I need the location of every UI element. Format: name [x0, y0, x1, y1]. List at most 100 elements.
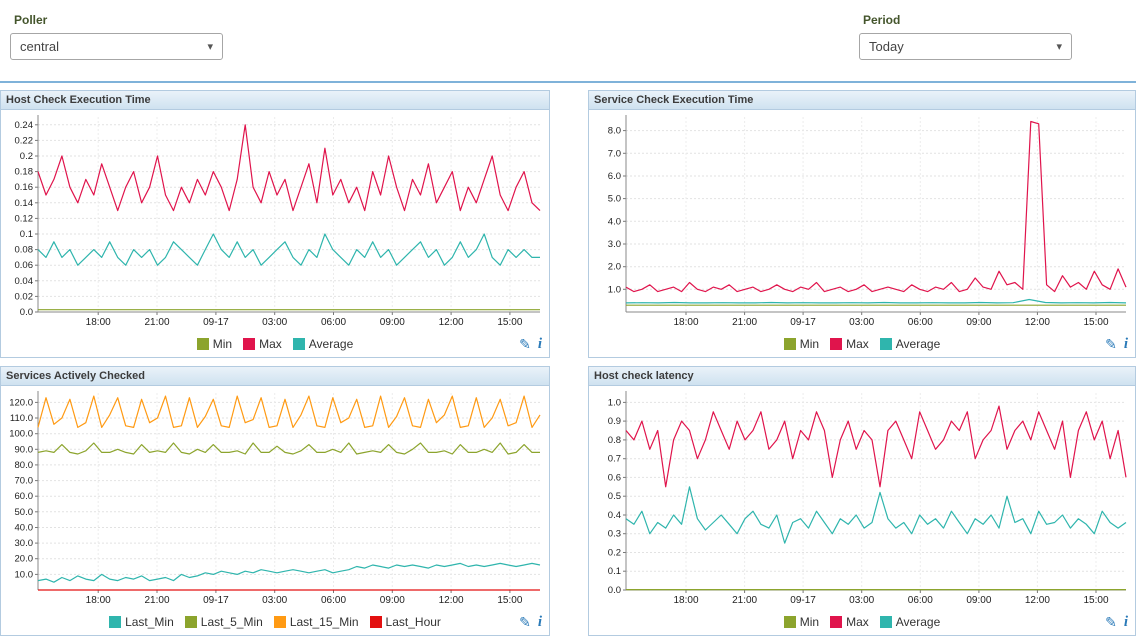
- svg-text:0.12: 0.12: [15, 213, 34, 224]
- legend-label: Max: [846, 337, 869, 351]
- panel-footer: Min Max Average ✎ i: [589, 331, 1135, 357]
- svg-text:03:00: 03:00: [849, 317, 874, 328]
- legend-label: Min: [800, 615, 819, 629]
- edit-icon[interactable]: ✎: [519, 336, 531, 353]
- svg-text:06:00: 06:00: [321, 595, 346, 606]
- chart-title: Service Check Execution Time: [594, 94, 753, 106]
- poller-filter: Poller central ▾: [10, 13, 223, 81]
- svg-text:0.0: 0.0: [20, 307, 33, 318]
- svg-text:0.08: 0.08: [15, 245, 34, 256]
- legend-item: Max: [243, 337, 282, 351]
- legend-item: Min: [197, 337, 232, 351]
- legend-item: Max: [830, 615, 869, 629]
- svg-text:06:00: 06:00: [908, 317, 933, 328]
- legend-label: Last_Hour: [386, 615, 441, 629]
- svg-text:18:00: 18:00: [673, 317, 698, 328]
- legend-item: Average: [293, 337, 353, 351]
- svg-text:2.0: 2.0: [608, 262, 621, 273]
- svg-text:09:00: 09:00: [380, 317, 405, 328]
- svg-text:03:00: 03:00: [262, 595, 287, 606]
- legend-label: Min: [213, 337, 232, 351]
- svg-text:0.1: 0.1: [20, 229, 33, 240]
- chart-panel-host-check-execution: Host Check Execution Time 0.00.020.040.0…: [0, 90, 550, 358]
- svg-text:0.18: 0.18: [15, 167, 34, 178]
- edit-icon[interactable]: ✎: [519, 614, 531, 631]
- chart-panel-host-check-latency: Host check latency 0.00.10.20.30.40.50.6…: [588, 366, 1136, 636]
- legend-label: Max: [259, 337, 282, 351]
- info-icon[interactable]: i: [538, 336, 542, 353]
- svg-text:09:00: 09:00: [966, 595, 991, 606]
- svg-text:0.2: 0.2: [608, 548, 621, 559]
- svg-text:7.0: 7.0: [608, 148, 621, 159]
- svg-text:20.0: 20.0: [15, 554, 34, 565]
- svg-text:03:00: 03:00: [262, 317, 287, 328]
- svg-text:1.0: 1.0: [608, 284, 621, 295]
- svg-text:21:00: 21:00: [144, 595, 169, 606]
- svg-text:110.0: 110.0: [10, 413, 33, 424]
- edit-icon[interactable]: ✎: [1105, 614, 1117, 631]
- chart-title: Host Check Execution Time: [6, 94, 151, 106]
- legend-label: Last_5_Min: [201, 615, 263, 629]
- chart-canvas: 0.00.020.040.060.080.10.120.140.160.180.…: [1, 110, 549, 331]
- panel-footer: MinMaxAverage ✎ i: [589, 609, 1135, 635]
- period-select[interactable]: Today ▾: [859, 33, 1072, 60]
- panel-footer: Last_MinLast_5_MinLast_15_MinLast_Hour ✎…: [1, 609, 549, 635]
- svg-text:06:00: 06:00: [321, 317, 346, 328]
- info-icon[interactable]: i: [1124, 614, 1128, 631]
- svg-text:10.0: 10.0: [15, 569, 34, 580]
- svg-text:09-17: 09-17: [790, 595, 816, 606]
- legend-label: Min: [800, 337, 819, 351]
- legend-swatch: [293, 338, 305, 350]
- legend-item: Last_Hour: [370, 615, 441, 629]
- period-filter: Period Today ▾: [859, 13, 1072, 81]
- svg-text:6.0: 6.0: [608, 171, 621, 182]
- chart-canvas: 0.00.10.20.30.40.50.60.70.80.91.018:0021…: [589, 386, 1135, 609]
- legend-label: Last_15_Min: [290, 615, 359, 629]
- charts-grid: Host Check Execution Time 0.0 0.0 20.0 40.0…: [0, 90, 1136, 636]
- svg-text:0.8: 0.8: [608, 435, 621, 446]
- legend-label: Average: [309, 337, 353, 351]
- svg-text:18:00: 18:00: [86, 317, 111, 328]
- svg-text:15:00: 15:00: [1083, 317, 1108, 328]
- chart-legend: Min Max Average: [197, 337, 354, 351]
- svg-text:80.0: 80.0: [15, 460, 34, 471]
- legend-swatch: [830, 338, 842, 350]
- svg-text:09:00: 09:00: [380, 595, 405, 606]
- panel-header: Host check latency: [589, 367, 1135, 386]
- svg-text:3.0: 3.0: [608, 239, 621, 250]
- svg-text:21:00: 21:00: [144, 317, 169, 328]
- svg-text:40.0: 40.0: [15, 523, 34, 534]
- poller-label: Poller: [10, 13, 223, 27]
- svg-text:0.04: 0.04: [15, 276, 34, 287]
- svg-text:0.5: 0.5: [608, 491, 621, 502]
- svg-text:0.0: 0.0: [608, 585, 621, 596]
- legend-item: Min: [784, 615, 819, 629]
- svg-text:12:00: 12:00: [439, 595, 464, 606]
- legend-swatch: [880, 616, 892, 628]
- info-icon[interactable]: i: [538, 614, 542, 631]
- svg-text:18:00: 18:00: [86, 595, 111, 606]
- svg-text:09-17: 09-17: [203, 317, 229, 328]
- info-icon[interactable]: i: [1124, 336, 1128, 353]
- panel-icons: ✎ i: [1105, 609, 1128, 635]
- svg-text:0.14: 0.14: [15, 198, 34, 209]
- svg-text:30.0: 30.0: [15, 538, 34, 549]
- edit-icon[interactable]: ✎: [1105, 336, 1117, 353]
- svg-text:0.3: 0.3: [608, 529, 621, 540]
- chart-panel-services-actively-checked: Services Actively Checked 10.020.030.040…: [0, 366, 550, 636]
- legend-swatch: [197, 338, 209, 350]
- legend-swatch: [880, 338, 892, 350]
- svg-text:0.16: 0.16: [15, 182, 34, 193]
- legend-swatch: [784, 338, 796, 350]
- poller-select-value: central: [20, 39, 59, 54]
- chart-canvas: 10.020.030.040.050.060.070.080.090.0100.…: [1, 386, 549, 609]
- poller-select[interactable]: central ▾: [10, 33, 223, 60]
- svg-text:15:00: 15:00: [497, 317, 522, 328]
- svg-text:0.24: 0.24: [15, 120, 34, 131]
- svg-text:12:00: 12:00: [1025, 317, 1050, 328]
- svg-text:60.0: 60.0: [15, 491, 34, 502]
- legend-item: Max: [830, 337, 869, 351]
- legend-label: Average: [896, 337, 940, 351]
- legend-item: Last_15_Min: [274, 615, 359, 629]
- legend-item: Average: [880, 337, 940, 351]
